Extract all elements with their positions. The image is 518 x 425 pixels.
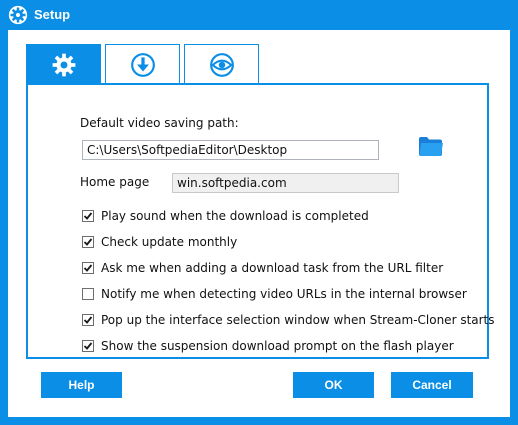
option-label: Pop up the interface selection window wh… (101, 313, 495, 327)
checkmark-icon (83, 316, 93, 324)
option-row[interactable]: Check update monthly (82, 234, 237, 250)
option-row[interactable]: Play sound when the download is complete… (82, 208, 369, 224)
tab-download[interactable] (105, 44, 180, 84)
option-row[interactable]: Show the suspension download prompt on t… (82, 338, 454, 354)
option-checkbox[interactable] (82, 236, 94, 248)
home-page-input[interactable] (172, 173, 399, 193)
save-path-label: Default video saving path: (80, 116, 239, 130)
checkmark-icon (83, 264, 93, 272)
option-label: Show the suspension download prompt on t… (101, 339, 454, 353)
option-checkbox[interactable] (82, 210, 94, 222)
dialog-body: Default video saving path: Home page Pla… (8, 30, 510, 417)
title-bar[interactable]: Setup (0, 0, 518, 30)
eye-icon (209, 52, 234, 77)
option-checkbox[interactable] (82, 288, 94, 300)
option-label: Check update monthly (101, 235, 238, 249)
tab-general[interactable] (26, 44, 101, 84)
window-title: Setup (34, 7, 71, 22)
option-checkbox[interactable] (82, 340, 94, 352)
general-settings-panel: Default video saving path: Home page Pla… (26, 83, 495, 359)
ok-button[interactable]: OK (293, 372, 374, 398)
checkmark-icon (83, 238, 93, 246)
option-label: Play sound when the download is complete… (101, 209, 369, 223)
home-page-label: Home page (80, 175, 150, 189)
option-label: Notify me when detecting video URLs in t… (101, 287, 467, 301)
help-button[interactable]: Help (41, 372, 122, 398)
option-label: Ask me when adding a download task from … (101, 261, 444, 275)
option-checkbox[interactable] (82, 314, 94, 326)
cancel-button[interactable]: Cancel (391, 372, 473, 398)
download-icon (130, 52, 155, 77)
save-path-input[interactable] (82, 140, 379, 160)
checkmark-icon (83, 342, 93, 350)
gear-icon (52, 53, 75, 76)
gear-icon (8, 5, 28, 25)
tab-detection[interactable] (184, 44, 259, 84)
option-checkbox[interactable] (82, 262, 94, 274)
option-row[interactable]: Pop up the interface selection window wh… (82, 312, 495, 328)
checkmark-icon (83, 212, 93, 220)
setup-window: Setup Default video saving path: C:\User… (0, 0, 518, 425)
folder-icon[interactable] (418, 135, 444, 157)
option-row[interactable]: Notify me when detecting video URLs in t… (82, 286, 467, 302)
option-row[interactable]: Ask me when adding a download task from … (82, 260, 443, 276)
